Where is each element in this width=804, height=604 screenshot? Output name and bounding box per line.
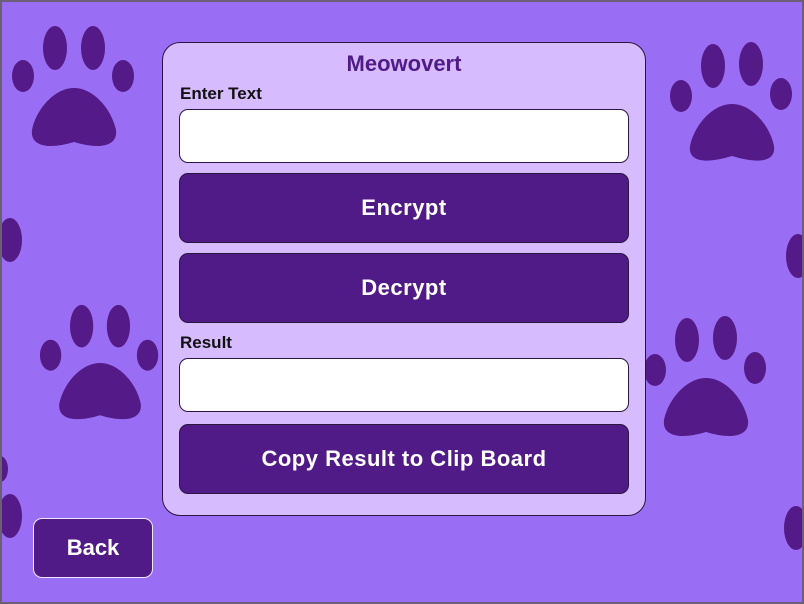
app-window: Meowovert Enter Text Encrypt Decrypt Res… <box>0 0 804 604</box>
paw-print-icon <box>670 42 792 161</box>
back-button[interactable]: Back <box>33 518 153 578</box>
encrypt-button[interactable]: Encrypt <box>179 173 629 243</box>
paw-print-icon <box>2 218 22 262</box>
copy-result-button[interactable]: Copy Result to Clip Board <box>179 424 629 494</box>
paw-print-icon <box>12 26 134 146</box>
paw-print-icon <box>2 494 22 538</box>
paw-print-icon <box>2 456 8 482</box>
cipher-panel: Meowovert Enter Text Encrypt Decrypt Res… <box>162 42 646 516</box>
text-input[interactable] <box>179 109 629 163</box>
result-field[interactable] <box>179 358 629 412</box>
paw-print-icon <box>784 506 802 550</box>
paw-print-icon <box>39 304 159 420</box>
enter-text-label: Enter Text <box>180 84 262 103</box>
app-title: Meowovert <box>346 51 462 76</box>
paw-print-icon <box>644 316 766 436</box>
result-label: Result <box>180 333 232 352</box>
paw-print-icon <box>786 234 802 278</box>
decrypt-button[interactable]: Decrypt <box>179 253 629 323</box>
